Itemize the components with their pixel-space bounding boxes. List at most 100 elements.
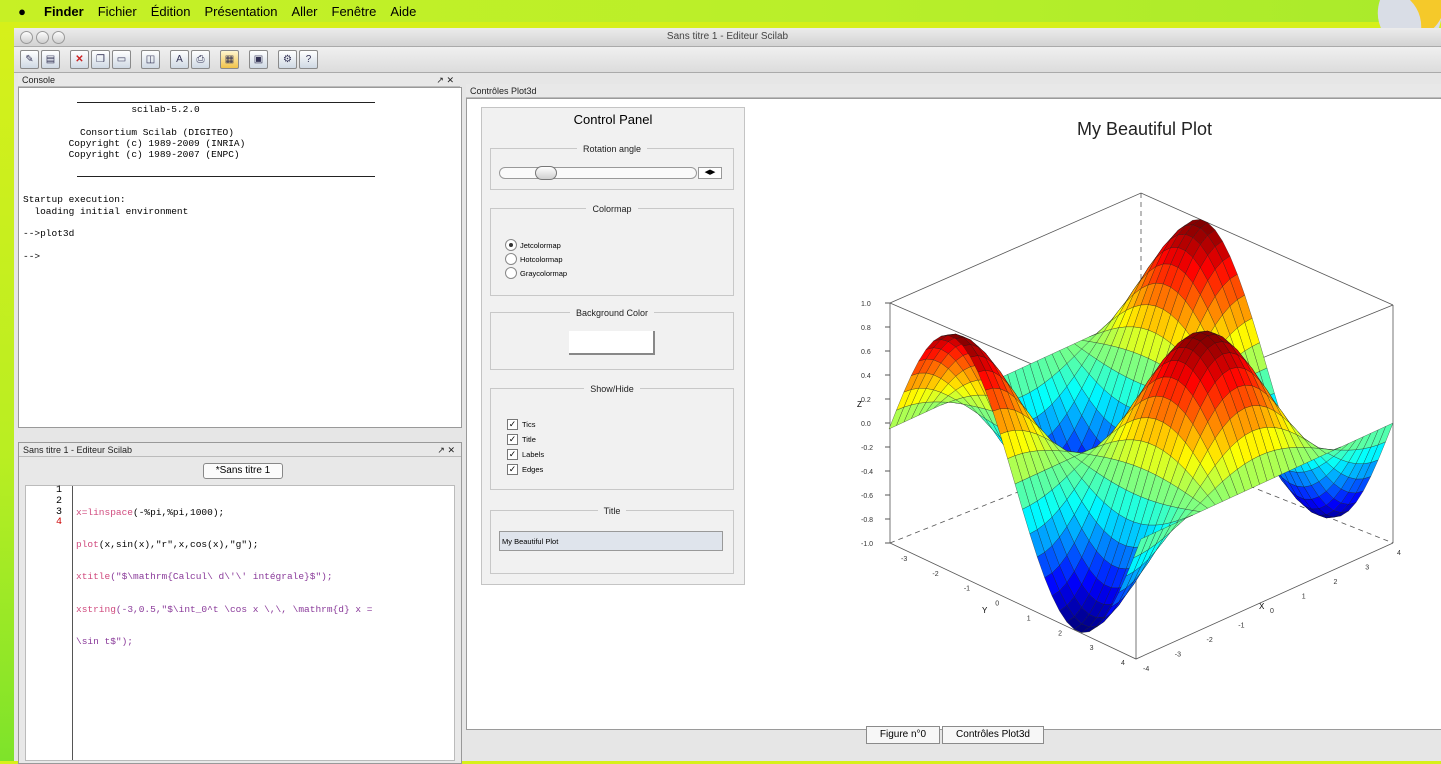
cut-icon[interactable]: ✕ (70, 50, 89, 69)
y-axis-label: Y (982, 606, 988, 615)
figure-panel: Control Panel Rotation angle ◀▶ Colormap… (466, 98, 1441, 730)
code-area[interactable]: 1 2 3 4 x=linspace(-%pi,%pi,1000); plot(… (25, 485, 455, 761)
checkbox-tics[interactable]: ✓ Tics (507, 419, 544, 430)
code-lines[interactable]: x=linspace(-%pi,%pi,1000); plot(x,sin(x)… (76, 486, 372, 670)
line-number: 1 (55, 485, 62, 496)
x-tick-label: 3 (1365, 565, 1369, 572)
y-tick-label: 1 (1027, 615, 1031, 622)
z-axis-label: Z (857, 400, 862, 409)
y-tick-label: 3 (1090, 645, 1094, 652)
font-icon[interactable]: A (170, 50, 189, 69)
divider (77, 176, 375, 177)
print-icon[interactable]: ⎙ (191, 50, 210, 69)
x-axis-label: X (1259, 602, 1265, 611)
tab-controles-plot3d[interactable]: Contrôles Plot3d (942, 726, 1044, 744)
y-tick-label: 2 (1058, 630, 1062, 637)
x-tick-label: 1 (1302, 594, 1306, 601)
folder-icon[interactable]: ▦ (220, 50, 239, 69)
apple-icon[interactable]: ● (0, 4, 44, 19)
window-titlebar[interactable]: Sans titre 1 - Editeur Scilab (14, 28, 1441, 47)
surface-plot: 1.0 0.8 0.6 0.4 0.2 0.0 -0.2 -0.4 -0.6 -0.8 -1.0 Z… (857, 192, 1401, 673)
undock-close-icon[interactable]: ↗ ✕ (437, 443, 455, 457)
background-color-button[interactable] (569, 331, 655, 355)
menu-item-aller[interactable]: Aller (292, 4, 318, 19)
clipboard-icon[interactable]: ◫ (141, 50, 160, 69)
x-tick-label: 2 (1334, 579, 1338, 586)
y-tick-label: -2 (932, 571, 938, 578)
checkbox-labels[interactable]: ✓ Labels (507, 449, 544, 460)
x-tick-label: -3 (1175, 652, 1181, 659)
menu-bar: ● Finder Fichier Édition Présentation Al… (0, 0, 1441, 22)
editor-title: Sans titre 1 - Editeur Scilab (23, 445, 133, 455)
toolbar: ✎ ▤ ✕ ❐ ▭ ◫ A ⎙ ▦ ▣ ⚙ ? (14, 47, 1441, 73)
menu-item-edition[interactable]: Édition (151, 4, 191, 19)
z-tick-label: -1.0 (861, 541, 873, 548)
help-icon[interactable]: ? (299, 50, 318, 69)
graphic-window-icon[interactable]: ▣ (249, 50, 268, 69)
editor-panel: Sans titre 1 - Editeur Scilab ↗ ✕ *Sans … (18, 442, 462, 764)
line-number: 3 (55, 506, 62, 518)
z-tick-label: 0.4 (861, 373, 871, 380)
paste-icon[interactable]: ▭ (112, 50, 131, 69)
z-tick-label: -0.6 (861, 493, 873, 500)
z-tick-label: 0.2 (861, 397, 871, 404)
y-tick-label: -3 (901, 556, 907, 563)
z-tick-label: 1.0 (861, 301, 871, 308)
y-tick-label: -1 (964, 586, 970, 593)
rotation-group: Rotation angle ◀▶ (490, 144, 734, 190)
rotation-slider[interactable] (499, 166, 697, 180)
controls-header: Contrôles Plot3d (466, 84, 1441, 98)
colormap-label: Colormap (586, 204, 638, 214)
checkbox-title[interactable]: ✓ Title (507, 434, 544, 445)
new-file-icon[interactable]: ✎ (20, 50, 39, 69)
console-output: scilab-5.2.0 Consortium Scilab (DIGITEO)… (23, 104, 246, 262)
menu-item-presentation[interactable]: Présentation (205, 4, 278, 19)
code-line: plot(x,sin(x),"r",x,cos(x),"g"); (76, 538, 259, 550)
control-panel: Control Panel Rotation angle ◀▶ Colormap… (481, 107, 745, 585)
showhide-group: Show/Hide ✓ Tics ✓ Title ✓ Labels ✓ Edges (490, 384, 734, 490)
title-input[interactable] (499, 531, 723, 551)
radio-graycolormap[interactable]: Graycolormap (505, 267, 567, 279)
line-number-gutter: 1 2 3 4 (26, 485, 73, 760)
open-file-icon[interactable]: ▤ (41, 50, 60, 69)
figure-tabs: Figure n°0 Contrôles Plot3d (866, 726, 1126, 744)
console-panel[interactable]: scilab-5.2.0 Consortium Scilab (DIGITEO)… (18, 87, 462, 428)
radio-jetcolormap[interactable]: Jetcolormap (505, 239, 567, 251)
tab-figure-0[interactable]: Figure n°0 (866, 726, 940, 744)
plot-area[interactable]: My Beautiful Plot 1.0 0.8 0.6 0.4 0.2 0.0 -0.2… (847, 99, 1441, 729)
controls-title: Contrôles Plot3d (470, 86, 537, 96)
radio-hotcolormap[interactable]: Hotcolormap (505, 253, 567, 265)
y-tick-label: 4 (1121, 660, 1125, 667)
background-color-group: Background Color (490, 308, 734, 370)
settings-icon[interactable]: ⚙ (278, 50, 297, 69)
window-title: Sans titre 1 - Editeur Scilab (666, 31, 789, 42)
title-group-label: Title (597, 506, 627, 516)
background-color-label: Background Color (569, 308, 655, 318)
x-tick-label: -2 (1207, 637, 1213, 644)
rotation-label: Rotation angle (576, 144, 648, 154)
y-tick-label: 0 (995, 601, 999, 608)
undock-close-icon[interactable]: ↗ ✕ (436, 73, 454, 87)
checkbox-edges[interactable]: ✓ Edges (507, 464, 544, 475)
colormap-group: Colormap Jetcolormap Hotcolormap Graycol… (490, 204, 734, 296)
z-tick-label: 0.8 (861, 325, 871, 332)
line-number: 2 (55, 495, 62, 507)
menu-item-fenetre[interactable]: Fenêtre (332, 4, 377, 19)
console-title: Console (22, 75, 56, 85)
menu-app-name[interactable]: Finder (44, 4, 84, 19)
code-line: xtitle("$\mathrm{Calcul\ d\'\' intégrale… (76, 571, 333, 583)
editor-tab[interactable]: *Sans titre 1 (203, 463, 283, 479)
copy-icon[interactable]: ❐ (91, 50, 110, 69)
code-line: xstring(-3,0.5,"$\int_0^t \cos x \,\, \m… (76, 603, 373, 615)
showhide-label: Show/Hide (584, 384, 640, 394)
z-tick-label: -0.4 (861, 469, 873, 476)
code-line: \sin t$"); (76, 636, 134, 648)
slider-thumb[interactable] (535, 166, 558, 180)
x-tick-label: -1 (1238, 623, 1244, 630)
slider-arrows-icon[interactable]: ◀▶ (698, 167, 722, 179)
menu-item-fichier[interactable]: Fichier (98, 4, 137, 19)
scilab-window: Sans titre 1 - Editeur Scilab ✎ ▤ ✕ ❐ ▭ … (14, 28, 1441, 764)
z-tick-label: 0.6 (861, 349, 871, 356)
x-tick-label: 4 (1397, 550, 1401, 557)
menu-item-aide[interactable]: Aide (390, 4, 416, 19)
